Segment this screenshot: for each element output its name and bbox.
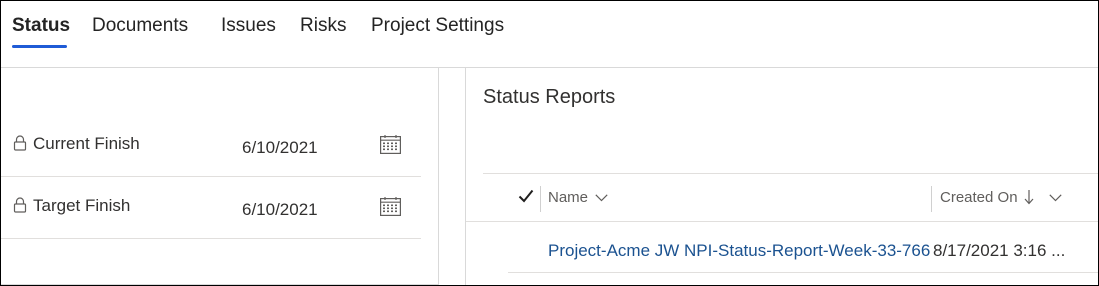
grid-header: Name Created On <box>466 174 1098 222</box>
tab-project-settings[interactable]: Project Settings <box>371 15 504 37</box>
current-finish-row: Current Finish 6/10/2021 <box>1 115 421 177</box>
active-tab-indicator <box>12 45 67 48</box>
status-reports-title: Status Reports <box>483 86 616 108</box>
column-separator <box>931 186 932 212</box>
calendar-icon[interactable] <box>380 197 401 216</box>
lock-icon <box>13 197 27 213</box>
lock-icon <box>13 135 27 151</box>
chevron-down-icon[interactable] <box>1049 194 1062 202</box>
name-column-header[interactable]: Name <box>548 189 588 206</box>
project-form: Status Documents Issues Risks Project Se… <box>0 0 1099 286</box>
current-finish-value: 6/10/2021 <box>242 138 318 157</box>
created-on-cell: 8/17/2021 3:16 ... <box>933 241 1066 260</box>
table-row[interactable]: Project-Acme JW NPI-Status-Report-Week-3… <box>508 223 1098 273</box>
calendar-icon[interactable] <box>380 135 401 154</box>
created-on-column-header[interactable]: Created On <box>940 189 1018 206</box>
sort-descending-icon[interactable] <box>1024 189 1034 205</box>
chevron-down-icon[interactable] <box>595 194 608 202</box>
schedule-section: Current Finish 6/10/2021 Target Finish 6… <box>1 67 439 285</box>
current-finish-label: Current Finish <box>33 134 140 153</box>
checkmark-icon[interactable] <box>518 189 534 203</box>
column-separator <box>540 186 541 212</box>
target-finish-value: 6/10/2021 <box>242 200 318 219</box>
target-finish-label: Target Finish <box>33 196 131 215</box>
target-finish-row: Target Finish 6/10/2021 <box>1 177 421 239</box>
report-name-link[interactable]: Project-Acme JW NPI-Status-Report-Week-3… <box>548 241 932 261</box>
tab-issues[interactable]: Issues <box>221 15 276 37</box>
tab-documents[interactable]: Documents <box>92 15 188 37</box>
tab-risks[interactable]: Risks <box>300 15 346 37</box>
tab-status[interactable]: Status <box>12 15 70 37</box>
tab-bar: Status Documents Issues Risks Project Se… <box>1 1 1098 57</box>
status-reports-section: Status Reports Name Created On Project-A… <box>465 67 1098 285</box>
